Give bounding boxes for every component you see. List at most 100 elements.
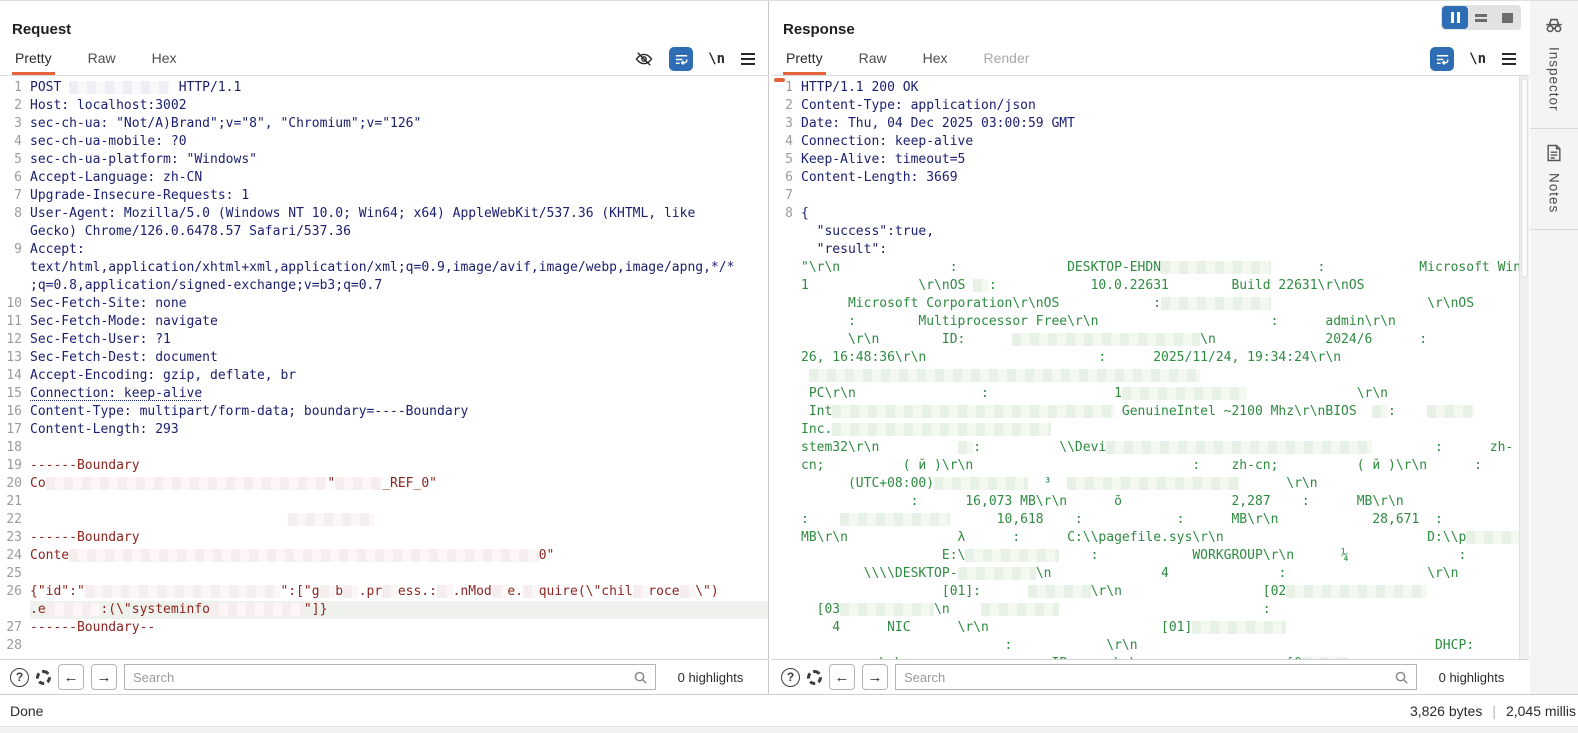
response-scrollbar[interactable] <box>1519 76 1529 659</box>
code-line: Gecko) Chrome/126.0.6478.57 Safari/537.3… <box>0 223 768 241</box>
code-line: 4Connection: keep-alive <box>771 133 1529 151</box>
line-number <box>771 277 801 295</box>
layout-button-group <box>1441 5 1521 30</box>
status-message: Done <box>10 703 43 719</box>
help-icon[interactable]: ? <box>781 668 800 687</box>
code-line: 8User-Agent: Mozilla/5.0 (Windows NT 10.… <box>0 205 768 223</box>
tab-pretty[interactable]: Pretty <box>12 50 55 75</box>
line-number <box>771 565 801 583</box>
line-number <box>771 457 801 475</box>
line-number: 3 <box>771 115 801 133</box>
tab-hex[interactable]: Hex <box>149 50 180 75</box>
line-number: 4 <box>0 133 30 151</box>
line-number: 8 <box>0 205 30 223</box>
line-number <box>771 295 801 313</box>
code-line: 7Upgrade-Insecure-Requests: 1 <box>0 187 768 205</box>
redacted-text <box>973 279 989 292</box>
response-panel: Response PrettyRawHexRender <box>771 1 1529 694</box>
request-search-input[interactable] <box>125 670 633 685</box>
code-line: 3Date: Thu, 04 Dec 2025 03:00:59 GMT <box>771 115 1529 133</box>
redacted-text <box>840 513 950 526</box>
request-tabbar: Pretty Raw Hex <box>0 49 768 76</box>
line-number <box>771 637 801 655</box>
sidebar-tab-inspector[interactable]: Inspector <box>1530 1 1578 129</box>
rows-layout-button[interactable] <box>1468 6 1494 29</box>
request-header: Request <box>0 1 768 49</box>
response-size: 3,826 bytes <box>1410 703 1482 719</box>
scrollbar-thumb[interactable] <box>1521 78 1528 278</box>
request-title: Request <box>12 21 756 38</box>
response-menu-icon[interactable] <box>1501 52 1517 66</box>
tab-raw[interactable]: Raw <box>85 50 119 75</box>
code-line: [01]: \r\n [02 <box>771 583 1529 601</box>
window-edge <box>0 726 1578 733</box>
code-line: : \r\n DHCP: <box>771 637 1529 655</box>
code-line: 8{ <box>771 205 1529 223</box>
code-line: : 16,073 MB\r\n õ 2,287 : MB\r\n : <box>771 493 1529 511</box>
line-number: 18 <box>0 439 30 457</box>
code-line: 27------Boundary-- <box>0 619 768 637</box>
redacted-text <box>492 585 508 598</box>
word-wrap-icon[interactable] <box>669 47 693 71</box>
columns-icon <box>1451 12 1460 23</box>
code-line: 21 <box>0 493 768 511</box>
show-newlines-icon[interactable]: \n <box>1469 51 1486 67</box>
request-editor[interactable]: 1POST HTTP/1.12Host: localhost:30023sec-… <box>0 76 768 659</box>
tab-pretty[interactable]: Pretty <box>783 50 826 75</box>
tab-hex[interactable]: Hex <box>920 50 951 75</box>
request-searchbar: ? ← → 0 highlights <box>0 659 768 694</box>
sidebar-tab-label: Inspector <box>1547 47 1562 112</box>
line-number: 26 <box>0 583 30 601</box>
request-search-box <box>124 664 656 690</box>
line-number <box>771 367 801 385</box>
request-menu-icon[interactable] <box>740 52 756 66</box>
line-number: 7 <box>0 187 30 205</box>
code-line: 28 <box>0 637 768 655</box>
line-number: 1 <box>0 79 30 97</box>
tab-raw[interactable]: Raw <box>856 50 890 75</box>
redacted-text <box>680 585 696 598</box>
response-editor[interactable]: 1HTTP/1.1 200 OK2Content-Type: applicati… <box>771 76 1529 659</box>
prev-match-button[interactable]: ← <box>58 664 84 690</box>
sidebar-tab-notes[interactable]: Notes <box>1530 129 1578 230</box>
code-line: : Multiprocessor Free\r\n : admin\r\n : <box>771 313 1529 331</box>
redacted-text <box>320 585 336 598</box>
line-number: 5 <box>0 151 30 169</box>
line-number: 3 <box>0 115 30 133</box>
redacted-text <box>46 477 328 490</box>
caret-position-marker <box>774 78 785 82</box>
line-number <box>771 511 801 529</box>
line-number <box>771 583 801 601</box>
prev-match-button[interactable]: ← <box>829 664 855 690</box>
word-wrap-icon[interactable] <box>1430 47 1454 71</box>
line-number <box>771 313 801 331</box>
line-number: 7 <box>771 187 801 205</box>
single-layout-button[interactable] <box>1494 6 1520 29</box>
line-number: 17 <box>0 421 30 439</box>
sidebar-tab-label: Notes <box>1547 173 1562 213</box>
http-message-viewer: Request Pretty Raw Hex <box>0 0 1578 733</box>
code-line: (UTC+08:00) ³ \r\n <box>771 475 1529 493</box>
status-separator: | <box>1492 703 1496 719</box>
redacted-text <box>46 603 101 616</box>
hide-eye-icon[interactable] <box>634 49 654 69</box>
columns-layout-button[interactable] <box>1442 6 1468 29</box>
next-match-button[interactable]: → <box>862 664 888 690</box>
gear-icon[interactable] <box>807 670 822 685</box>
code-line: : 10,618 : : MB\r\n 28,671 : : <box>771 511 1529 529</box>
line-number: 13 <box>0 349 30 367</box>
code-line: .e:(\"systeminfo"]} <box>0 601 768 619</box>
response-search-input[interactable] <box>896 670 1394 685</box>
show-newlines-icon[interactable]: \n <box>708 51 725 67</box>
next-match-button[interactable]: → <box>91 664 117 690</box>
response-search-box <box>895 664 1417 690</box>
redacted-text <box>1012 333 1200 346</box>
line-number <box>771 421 801 439</box>
help-icon[interactable]: ? <box>10 668 29 687</box>
code-line: 22 <box>0 511 768 529</box>
line-number <box>771 259 801 277</box>
redacted-text <box>1372 405 1388 418</box>
code-line: 6Content-Length: 3669 <box>771 169 1529 187</box>
code-line: 6Accept-Language: zh-CN <box>0 169 768 187</box>
gear-icon[interactable] <box>36 670 51 685</box>
